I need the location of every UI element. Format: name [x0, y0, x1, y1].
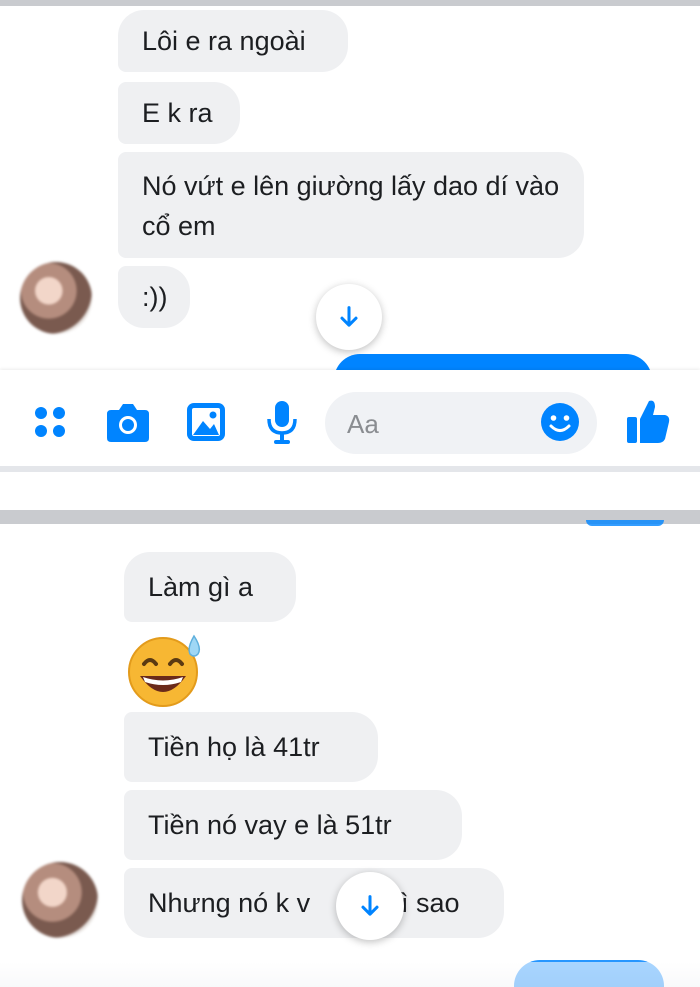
partial-bubble-edge — [586, 520, 664, 526]
emoji-icon[interactable] — [538, 400, 582, 444]
like-icon[interactable] — [624, 396, 672, 446]
sweat-smile-emoji[interactable] — [126, 632, 206, 708]
scroll-down-button[interactable] — [316, 284, 382, 350]
message-text: Tiền nó vay e là 51tr — [148, 810, 392, 840]
arrow-down-icon — [361, 895, 379, 916]
avatar[interactable] — [20, 262, 92, 334]
message-bubble[interactable]: Lôi e ra ngoài — [118, 10, 348, 72]
composer-bar: Aa — [0, 370, 700, 466]
message-text: Tiền họ là 41tr — [148, 732, 320, 762]
avatar[interactable] — [22, 862, 98, 938]
bottom-strip — [0, 962, 700, 987]
top-strip — [0, 0, 700, 6]
message-bubble[interactable]: Nó vứt e lên giường lấy dao dí vào cổ em — [118, 152, 584, 258]
message-bubble[interactable]: Tiền họ là 41tr — [124, 712, 378, 782]
message-bubble[interactable]: Làm gì a — [124, 552, 296, 622]
image-icon[interactable] — [184, 400, 228, 444]
apps-icon[interactable] — [30, 402, 70, 442]
message-text: Nhưng nó k v — [148, 888, 311, 918]
message-bubble[interactable]: E k ra — [118, 82, 240, 144]
microphone-icon[interactable] — [262, 398, 302, 446]
screenshot-gap — [0, 472, 700, 510]
message-text: Lôi e ra ngoài — [142, 26, 306, 56]
message-input-placeholder: Aa — [347, 409, 379, 439]
message-bubble[interactable]: Tiền nó vay e là 51tr — [124, 790, 462, 860]
message-text: Làm gì a — [148, 572, 254, 602]
message-bubble[interactable]: :)) — [118, 266, 190, 328]
message-bubble[interactable]: Nhưng nó k v hì sao — [124, 868, 504, 938]
message-text: E k ra — [142, 98, 213, 128]
message-text: :)) — [142, 282, 168, 312]
message-text: Nó vứt e lên giường lấy dao dí vào cổ em — [142, 171, 560, 241]
scroll-down-button[interactable] — [336, 872, 404, 940]
camera-icon[interactable] — [104, 400, 152, 444]
arrow-down-icon — [340, 306, 358, 327]
